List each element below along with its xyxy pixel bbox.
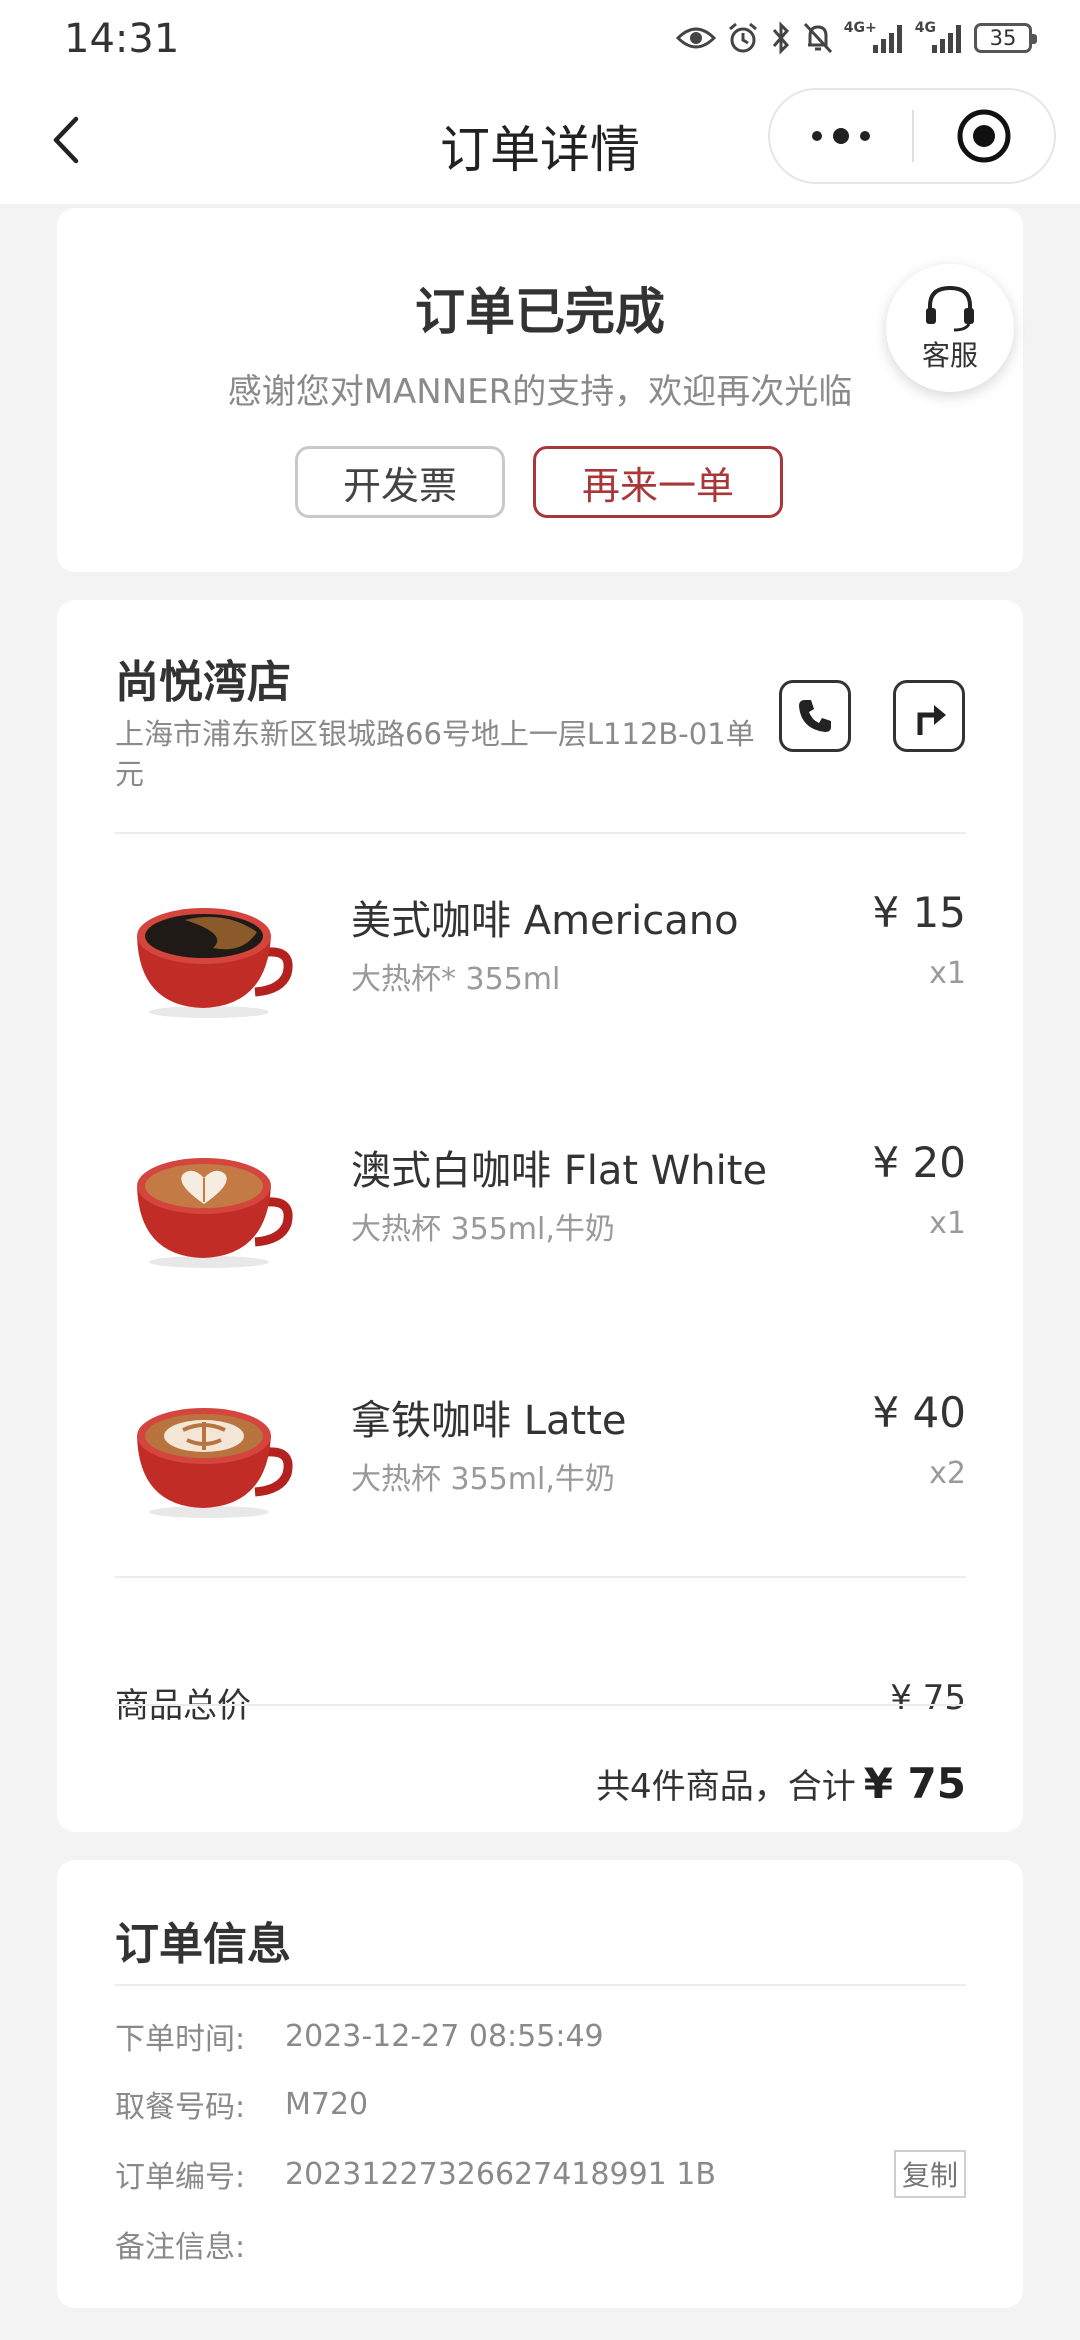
phone-icon [799, 700, 831, 732]
item-spec: 大热杯* 355ml [351, 962, 561, 997]
back-button[interactable] [36, 110, 96, 170]
item-name: 澳式白咖啡 Flat White [351, 1148, 768, 1194]
store-name: 尚悦湾店 [115, 657, 291, 708]
divider [115, 832, 966, 834]
more-button[interactable] [770, 90, 912, 182]
nav-bar: 订单详情 [0, 78, 1080, 204]
total-text: 共4件商品，合计 [596, 1766, 856, 1807]
item-price: ¥ 20 [872, 1138, 966, 1187]
eye-icon [675, 20, 716, 56]
alarm-icon [726, 20, 760, 56]
reorder-button[interactable]: 再来一单 [533, 446, 783, 518]
pickup-number-value: M720 [285, 2086, 369, 2122]
pickup-number-label: 取餐号码: [115, 2090, 246, 2125]
close-mini-program-button[interactable] [914, 90, 1054, 182]
order-time-value: 2023-12-27 08:55:49 [285, 2018, 604, 2054]
navigate-store-button[interactable] [893, 680, 965, 752]
flat-white-image [125, 1140, 293, 1270]
remark-row: 备注信息: [115, 2220, 966, 2268]
order-number-label: 订单编号: [115, 2160, 246, 2195]
latte-image [125, 1390, 293, 1520]
order-info-title: 订单信息 [115, 1919, 291, 1970]
subtotal-label: 商品总价 [115, 1686, 251, 1726]
pickup-number-row: 取餐号码: M720 [115, 2080, 966, 2128]
item-quantity: x1 [929, 956, 966, 991]
divider [115, 1576, 966, 1578]
item-price: ¥ 15 [872, 888, 966, 937]
call-store-button[interactable] [779, 680, 851, 752]
directions-icon [917, 705, 946, 735]
order-item[interactable]: 美式咖啡 Americano 大热杯* 355ml ¥ 15 x1 [115, 856, 966, 1036]
invoice-button[interactable]: 开发票 [295, 446, 505, 518]
target-icon [957, 109, 1011, 163]
item-quantity: x2 [929, 1456, 966, 1491]
customer-service-button[interactable]: 客服 [886, 264, 1014, 392]
item-name: 拿铁咖啡 Latte [351, 1398, 627, 1444]
divider [115, 1704, 966, 1706]
item-spec: 大热杯 355ml,牛奶 [351, 1462, 615, 1497]
store-order-card: 尚悦湾店 上海市浦东新区银城路66号地上一层L112B-01单元 美式咖啡 Am… [57, 600, 1023, 1832]
order-time-label: 下单时间: [115, 2022, 246, 2057]
thanks-message: 感谢您对MANNER的支持，欢迎再次光临 [227, 372, 853, 412]
copy-order-number-button[interactable]: 复制 [893, 2150, 966, 2198]
status-time: 14:31 [64, 16, 180, 62]
customer-service-label: 客服 [921, 339, 978, 372]
subtotal-value: ¥ 75 [890, 1678, 966, 1718]
order-status-title: 订单已完成 [415, 283, 665, 341]
order-item[interactable]: 拿铁咖啡 Latte 大热杯 355ml,牛奶 ¥ 40 x2 [115, 1356, 966, 1536]
status-icons: 4G+ 4G 35 [675, 18, 1037, 58]
battery-icon: 35 [974, 23, 1037, 53]
remark-label: 备注信息: [115, 2230, 246, 2265]
more-dots-icon [812, 128, 870, 144]
item-spec: 大热杯 355ml,牛奶 [351, 1212, 615, 1247]
signal-icon: 4G [915, 20, 964, 56]
mute-icon [802, 20, 834, 56]
status-bar: 14:31 4G+ 4G 35 [0, 0, 1080, 78]
order-item[interactable]: 澳式白咖啡 Flat White 大热杯 355ml,牛奶 ¥ 20 x1 [115, 1106, 966, 1286]
signal-icon: 4G+ [844, 20, 905, 56]
total-row: 共4件商品，合计 ¥ 75 [596, 1738, 966, 1828]
item-quantity: x1 [929, 1206, 966, 1241]
mini-program-capsule [768, 88, 1056, 184]
order-number-row: 订单编号: 20231227326627418991 1B 复制 [115, 2150, 966, 2198]
headset-icon [926, 285, 974, 332]
store-address: 上海市浦东新区银城路66号地上一层L112B-01单元 [115, 717, 755, 791]
order-time-row: 下单时间: 2023-12-27 08:55:49 [115, 2012, 966, 2060]
order-status-card: 订单已完成 感谢您对MANNER的支持，欢迎再次光临 开发票 再来一单 [57, 208, 1023, 572]
americano-image [125, 890, 293, 1020]
divider [115, 1984, 966, 1986]
total-value: ¥ 75 [863, 1758, 966, 1808]
item-price: ¥ 40 [872, 1388, 966, 1437]
order-number-value: 20231227326627418991 1B [285, 2156, 716, 2192]
item-name: 美式咖啡 Americano [351, 898, 739, 944]
chevron-left-icon [53, 116, 79, 164]
bluetooth-icon [770, 20, 792, 56]
order-info-card: 订单信息 下单时间: 2023-12-27 08:55:49 取餐号码: M72… [57, 1860, 1023, 2308]
